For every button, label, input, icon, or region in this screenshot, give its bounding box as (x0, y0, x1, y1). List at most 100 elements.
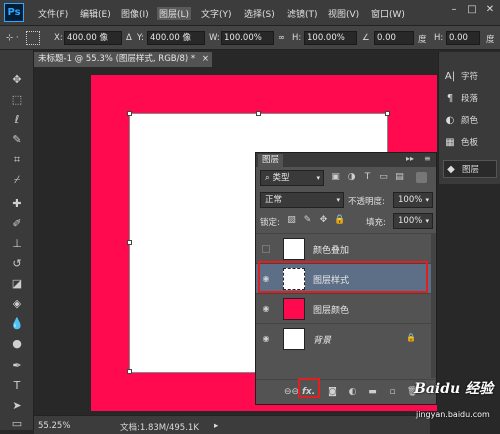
link-layers-icon[interactable]: ⊖⊖ (284, 387, 299, 398)
dock-swatches[interactable]: ▦ 色板 (443, 134, 497, 152)
lock-transparent-icon[interactable]: ▨ (286, 215, 297, 226)
transform-handle-l[interactable] (127, 240, 132, 245)
type-tool-icon[interactable]: T (8, 378, 26, 394)
filter-toggle-icon[interactable] (416, 172, 427, 183)
layer-row-color-overlay[interactable]: 颜色叠加 (256, 233, 431, 263)
dock-paragraph[interactable]: ¶ 段落 (443, 90, 497, 108)
minimize-icon[interactable]: – (447, 3, 461, 17)
reference-point-icon[interactable] (26, 31, 40, 45)
tab-layers[interactable]: 图层 (258, 154, 284, 167)
filter-pixel-icon[interactable]: ▣ (330, 172, 341, 183)
clone-stamp-tool-icon[interactable]: ⊥ (8, 236, 26, 252)
history-brush-tool-icon[interactable]: ↺ (8, 256, 26, 272)
visibility-off-icon[interactable] (262, 245, 270, 253)
filter-kind-label: 类型 (272, 173, 290, 183)
y-field[interactable]: 400.00 像 (147, 31, 205, 45)
lasso-tool-icon[interactable]: ℓ (8, 112, 26, 128)
chevron-down-icon: ▾ (336, 196, 340, 204)
lock-position-icon[interactable]: ✥ (318, 215, 329, 226)
layer-row-background[interactable]: ◉ 背景 🔒 (256, 323, 431, 353)
collapse-icon[interactable]: ▸▸ (406, 154, 414, 163)
dock-label-paragraph: 段落 (461, 94, 479, 104)
menu-filter[interactable]: 滤镜(T) (287, 7, 318, 20)
layers-panel-footer: ⊖⊖ fx. ◙ ◐ ▬ ▫ 🗑 (256, 379, 436, 404)
path-select-tool-icon[interactable]: ➤ (8, 398, 26, 414)
move-tool-icon[interactable]: ✥ (8, 72, 26, 88)
transform-handle-t[interactable] (256, 111, 261, 116)
shape-tool-icon[interactable]: ▭ (8, 416, 26, 432)
opacity-field[interactable]: 100% ▾ (393, 192, 433, 208)
zoom-level[interactable]: 55.25% (38, 421, 70, 431)
fill-value: 100% (398, 216, 423, 226)
layer-row-layer-color[interactable]: ◉ 图层颜色 (256, 293, 431, 323)
transform-handle-tr[interactable] (385, 111, 390, 116)
document-title: 未标题-1 @ 55.3% (图层样式, RGB/8) * (38, 54, 196, 64)
menu-edit[interactable]: 编辑(E) (80, 7, 111, 20)
filter-kind-select[interactable]: ⌕ 类型 ▾ (260, 170, 324, 186)
new-layer-icon[interactable]: ▫ (386, 387, 399, 398)
add-mask-icon[interactable]: ◙ (326, 387, 339, 398)
lock-pixels-icon[interactable]: ✎ (302, 215, 313, 226)
x-field[interactable]: 400.00 像 (64, 31, 122, 45)
dock-label-color: 颜色 (461, 116, 479, 126)
opacity-label: 不透明度: (348, 197, 385, 207)
menu-bar: Ps 文件(F) 编辑(E) 图像(I) 图层(L) 文字(Y) 选择(S) 滤… (0, 0, 500, 26)
menu-file[interactable]: 文件(F) (38, 7, 68, 20)
chevron-down-icon: ▾ (425, 196, 429, 204)
menu-select[interactable]: 选择(S) (244, 7, 275, 20)
fill-field[interactable]: 100% ▾ (393, 213, 433, 229)
new-group-icon[interactable]: ▬ (366, 387, 379, 398)
menu-window[interactable]: 窗口(W) (371, 7, 405, 20)
layers-scrollbar[interactable] (431, 233, 436, 378)
angle-field[interactable]: 0.00 (374, 31, 414, 45)
dock-layers[interactable]: ◆ 图层 (443, 160, 497, 178)
lock-label: 锁定: (260, 218, 280, 228)
layers-icon: ◆ (447, 164, 455, 175)
height-field[interactable]: 100.00% (304, 31, 357, 45)
crop-tool-icon[interactable]: ⌗ (8, 152, 26, 168)
status-arrow-icon[interactable]: ▸ (214, 421, 218, 431)
h-skew-field[interactable]: 0.00 (446, 31, 480, 45)
filter-smart-icon[interactable]: ▤ (394, 172, 405, 183)
filter-shape-icon[interactable]: ▭ (378, 172, 389, 183)
eye-icon[interactable]: ◉ (260, 304, 272, 314)
blend-mode-select[interactable]: 正常 ▾ (260, 192, 344, 208)
pen-tool-icon[interactable]: ✒ (8, 358, 26, 374)
close-tab-icon[interactable]: × (202, 54, 209, 64)
quick-select-tool-icon[interactable]: ✎ (8, 132, 26, 148)
maximize-icon[interactable]: □ (465, 3, 479, 17)
transform-handle-bl[interactable] (127, 369, 132, 374)
menu-view[interactable]: 视图(V) (328, 7, 359, 20)
eraser-tool-icon[interactable]: ◪ (8, 276, 26, 292)
panel-menu-icon[interactable]: ≡ (424, 154, 431, 163)
link-icon[interactable]: ∞ (278, 33, 285, 43)
transform-handle-tl[interactable] (127, 111, 132, 116)
healing-brush-tool-icon[interactable]: ✚ (8, 196, 26, 212)
dock-color[interactable]: ◐ 颜色 (443, 112, 497, 130)
h-label: H: (292, 33, 302, 43)
transform-tool-icon[interactable]: ⊹ · (6, 33, 19, 43)
menu-layer[interactable]: 图层(L) (157, 7, 192, 20)
h-skew-label: H: (434, 33, 444, 43)
filter-type-icon[interactable]: T (362, 172, 373, 183)
menu-type[interactable]: 文字(Y) (201, 7, 232, 20)
delta-icon[interactable]: Δ (126, 33, 132, 43)
paint-bucket-tool-icon[interactable]: ◈ (8, 296, 26, 312)
eyedropper-tool-icon[interactable]: ⌿ (8, 172, 26, 188)
layers-panel-header[interactable]: 图层 ▸▸ ≡ (256, 153, 436, 167)
document-tab[interactable]: 未标题-1 @ 55.3% (图层样式, RGB/8) * × (34, 52, 212, 67)
brush-tool-icon[interactable]: ✐ (8, 216, 26, 232)
dock-character[interactable]: A| 字符 (443, 68, 497, 86)
eye-icon[interactable]: ◉ (260, 334, 272, 344)
filter-adjust-icon[interactable]: ◑ (346, 172, 357, 183)
status-bar: 55.25% 文档:1.83M/495.1K ▸ (34, 415, 430, 434)
lock-all-icon[interactable]: 🔒 (334, 215, 345, 226)
close-window-icon[interactable]: ✕ (483, 3, 497, 17)
blur-tool-icon[interactable]: 💧 (8, 316, 26, 332)
menu-image[interactable]: 图像(I) (121, 7, 149, 20)
width-field[interactable]: 100.00% (221, 31, 274, 45)
chevron-down-icon: ▾ (425, 217, 429, 225)
new-adjustment-icon[interactable]: ◐ (346, 387, 359, 398)
dodge-tool-icon[interactable]: ● (8, 336, 26, 352)
marquee-tool-icon[interactable]: ⬚ (8, 92, 26, 108)
